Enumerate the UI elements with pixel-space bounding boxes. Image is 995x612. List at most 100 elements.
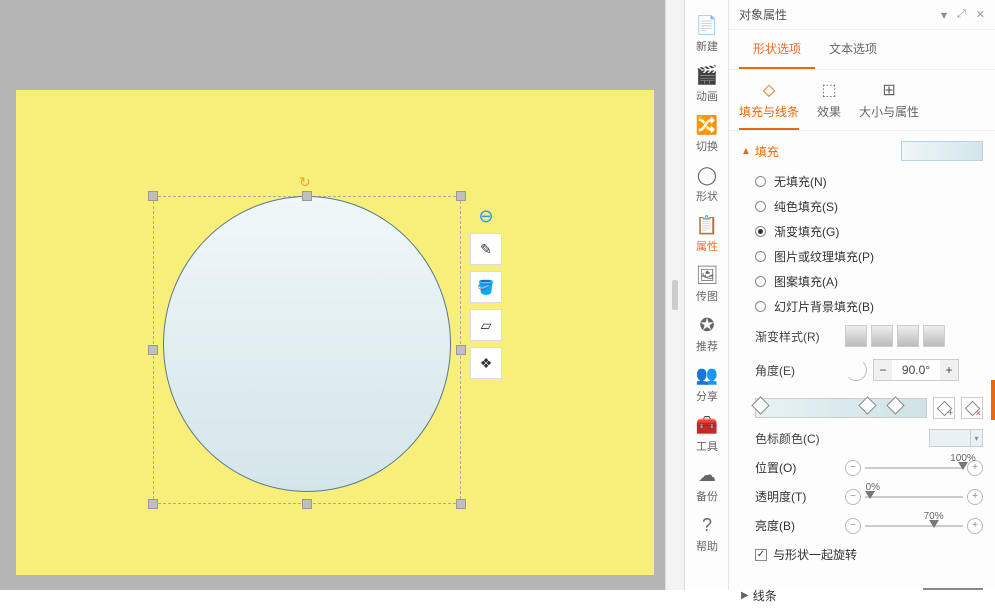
stop-color-picker[interactable]: ▾	[929, 429, 983, 447]
ribbon-icon: 📄	[696, 16, 718, 34]
position-slider[interactable]: 100%	[865, 467, 963, 469]
remove-stop-button[interactable]: ×	[961, 397, 983, 419]
gradient-stops-row: + ×	[741, 387, 983, 423]
angle-row: 角度(E) − 90.0° +	[741, 353, 983, 387]
subtab-填充与线条[interactable]: ◇填充与线条	[739, 80, 799, 130]
outline-shape-button[interactable]: ▱	[470, 309, 502, 341]
brightness-slider[interactable]: 70%	[865, 525, 963, 527]
gradient-style-4[interactable]	[923, 325, 945, 347]
resize-handle-w[interactable]	[148, 345, 158, 355]
radio-icon	[755, 201, 766, 212]
ribbon-label: 新建	[696, 38, 718, 54]
gradient-style-buttons	[845, 325, 945, 347]
add-stop-button[interactable]: +	[933, 397, 955, 419]
tab-形状选项[interactable]: 形状选项	[739, 30, 815, 69]
delete-shape-button[interactable]: ⊖	[470, 205, 502, 227]
angle-dial[interactable]	[845, 359, 867, 381]
ribbon-新建[interactable]: 📄 新建	[685, 10, 729, 60]
fill-option-渐变填充(G)[interactable]: 渐变填充(G)	[741, 219, 983, 244]
gradient-style-2[interactable]	[871, 325, 893, 347]
ribbon-形状[interactable]: ◯形状	[685, 160, 729, 210]
fill-section-header[interactable]: ▲ 填充	[741, 141, 983, 161]
angle-value[interactable]: 90.0°	[892, 360, 940, 380]
radio-label: 无填充(N)	[774, 173, 827, 190]
gradient-stop-2[interactable]	[861, 396, 872, 422]
resize-handle-s[interactable]	[302, 499, 312, 509]
rotate-handle[interactable]: ↻	[299, 174, 311, 191]
gradient-stop-1[interactable]	[754, 396, 765, 422]
fill-option-纯色填充(S)[interactable]: 纯色填充(S)	[741, 194, 983, 219]
panel-drag-bar[interactable]	[665, 0, 685, 590]
gradient-style-1[interactable]	[845, 325, 867, 347]
subtab-label: 大小与属性	[859, 103, 919, 120]
radio-label: 图片或纹理填充(P)	[774, 248, 874, 265]
opacity-increase-button[interactable]: +	[967, 489, 983, 505]
fill-option-图案填充(A)[interactable]: 图案填充(A)	[741, 269, 983, 294]
resize-handle-ne[interactable]	[456, 191, 466, 201]
tab-文本选项[interactable]: 文本选项	[815, 30, 891, 69]
selected-shape[interactable]: ↻	[153, 196, 461, 504]
ribbon-属性[interactable]: 📋属性	[685, 210, 729, 260]
gradient-stop-3[interactable]	[889, 396, 900, 422]
subtab-label: 效果	[817, 103, 841, 120]
opacity-thumb[interactable]	[865, 491, 875, 499]
layer-shape-button[interactable]: ❖	[470, 347, 502, 379]
fill-preview-swatch[interactable]	[901, 141, 983, 161]
fill-option-图片或纹理填充(P)[interactable]: 图片或纹理填充(P)	[741, 244, 983, 269]
ribbon-label: 工具	[696, 438, 718, 454]
close-icon[interactable]: ✕	[976, 8, 985, 21]
fill-shape-button[interactable]: 🪣	[470, 271, 502, 303]
line-section-header[interactable]: ▶ 线条	[729, 579, 995, 612]
ribbon-备份[interactable]: ☁备份	[685, 460, 729, 510]
resize-handle-se[interactable]	[456, 499, 466, 509]
ribbon-推荐[interactable]: ✪推荐	[685, 310, 729, 360]
ribbon-icon: ?	[702, 516, 712, 534]
gradient-style-3[interactable]	[897, 325, 919, 347]
resize-handle-e[interactable]	[456, 345, 466, 355]
circle-shape[interactable]	[163, 196, 451, 492]
resize-handle-nw[interactable]	[148, 191, 158, 201]
ribbon-传图[interactable]: 🖼传图	[685, 260, 729, 310]
option-tabs: 形状选项文本选项	[729, 30, 995, 70]
ribbon-动画[interactable]: 🎬动画	[685, 60, 729, 110]
radio-label: 渐变填充(G)	[774, 223, 839, 240]
ribbon-工具[interactable]: 🧰 工具	[685, 410, 729, 460]
opacity-row: 透明度(T) − 0% +	[741, 482, 983, 511]
angle-label: 角度(E)	[755, 362, 845, 379]
radio-label: 幻灯片背景填充(B)	[774, 298, 874, 315]
ribbon-icon: 🎬	[696, 66, 718, 84]
gradient-style-label: 渐变样式(R)	[755, 328, 845, 345]
brightness-increase-button[interactable]: +	[967, 518, 983, 534]
fill-section: ▲ 填充 无填充(N) 纯色填充(S) 渐变填充(G) 图片或纹理填充(P) 图案填充(…	[729, 131, 995, 579]
position-decrease-button[interactable]: −	[845, 460, 861, 476]
fill-option-无填充(N)[interactable]: 无填充(N)	[741, 169, 983, 194]
ribbon-icon: ◯	[697, 166, 717, 184]
ribbon-帮助[interactable]: ?帮助	[685, 510, 729, 560]
angle-increase-button[interactable]: +	[940, 360, 958, 380]
resize-handle-n[interactable]	[302, 191, 312, 201]
ribbon-icon: 🧰	[696, 416, 718, 434]
gradient-bar[interactable]	[755, 398, 927, 418]
edit-shape-button[interactable]: ✎	[470, 233, 502, 265]
fill-option-幻灯片背景填充(B)[interactable]: 幻灯片背景填充(B)	[741, 294, 983, 319]
subtab-大小与属性[interactable]: ⊞大小与属性	[859, 80, 919, 130]
opacity-decrease-button[interactable]: −	[845, 489, 861, 505]
ribbon-label: 推荐	[696, 338, 718, 354]
brightness-decrease-button[interactable]: −	[845, 518, 861, 534]
brightness-thumb[interactable]	[929, 520, 939, 528]
rotate-with-shape-row[interactable]: ✓ 与形状一起旋转	[741, 540, 983, 569]
ribbon-分享[interactable]: 👥分享	[685, 360, 729, 410]
dropdown-icon[interactable]: ▾	[941, 8, 947, 22]
scrollbar-thumb[interactable]	[991, 380, 995, 420]
position-thumb[interactable]	[958, 462, 968, 470]
resize-handle-sw[interactable]	[148, 499, 158, 509]
subtab-效果[interactable]: ⬚效果	[817, 80, 841, 130]
opacity-slider[interactable]: 0%	[865, 496, 963, 498]
ribbon-icon: 🔀	[696, 116, 718, 134]
rotate-checkbox[interactable]: ✓	[755, 549, 767, 561]
restore-icon[interactable]: ⤢	[957, 8, 966, 21]
ribbon-切换[interactable]: 🔀切换	[685, 110, 729, 160]
angle-decrease-button[interactable]: −	[874, 360, 892, 380]
stop-color-row: 色标颜色(C) ▾	[741, 423, 983, 453]
sub-tabs: ◇填充与线条 ⬚效果 ⊞大小与属性	[729, 70, 995, 131]
